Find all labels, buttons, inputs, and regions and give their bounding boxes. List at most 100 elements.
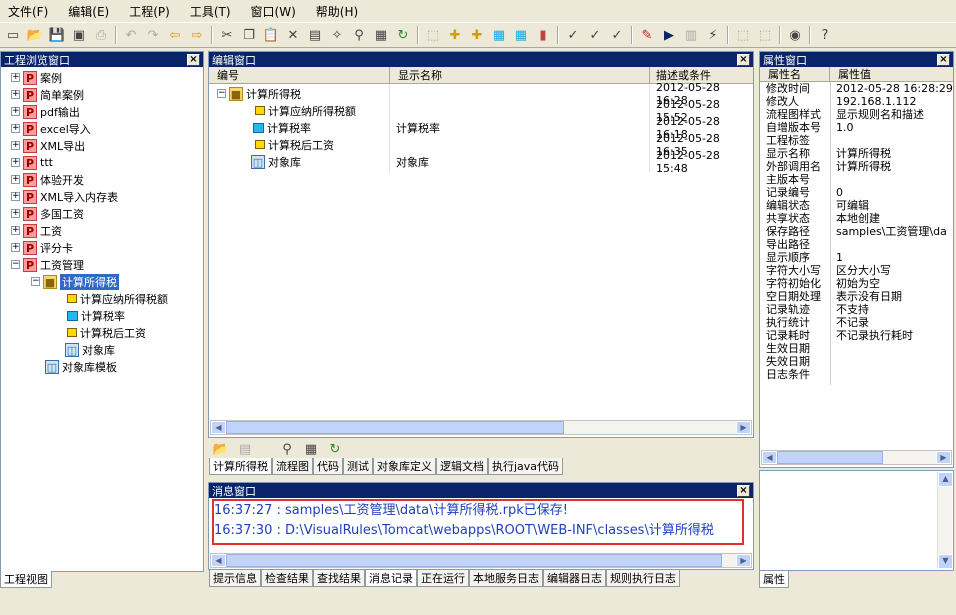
expand-icon[interactable]: + xyxy=(11,226,20,235)
tree-item-trial-dev[interactable]: + P 体验开发 xyxy=(11,171,84,188)
server-icon[interactable]: ◉ xyxy=(784,24,806,46)
add-rule-icon[interactable]: ✚ xyxy=(444,24,466,46)
property-row[interactable]: 记录编号 0 xyxy=(760,186,953,199)
back-arrow-icon[interactable]: ⇦ xyxy=(164,24,186,46)
menu-project[interactable]: 工程(P) xyxy=(125,3,174,20)
column-header-id[interactable]: 编号 xyxy=(209,67,390,83)
export-icon[interactable]: ⬚ xyxy=(732,24,754,46)
tab-test[interactable]: 测试 xyxy=(343,458,373,475)
import-icon[interactable]: ⬚ xyxy=(754,24,776,46)
expand-icon[interactable]: + xyxy=(11,209,20,218)
property-row[interactable]: 导出路径 xyxy=(760,238,953,251)
package-icon[interactable]: ⬚ xyxy=(422,24,444,46)
property-row[interactable]: 保存路径 samples\工资管理\da xyxy=(760,225,953,238)
print-icon[interactable]: ⎙ xyxy=(90,24,112,46)
property-row[interactable]: 字符大小写 区分大小写 xyxy=(760,264,953,277)
tab-rule-execution-log[interactable]: 规则执行日志 xyxy=(606,570,680,587)
column-header-name[interactable]: 显示名称 xyxy=(390,67,650,83)
property-row[interactable]: 执行统计 不记录 xyxy=(760,316,953,329)
expand-icon[interactable]: + xyxy=(11,107,20,116)
check-icon[interactable]: ✓ xyxy=(562,24,584,46)
new-icon[interactable]: ▭ xyxy=(2,24,24,46)
close-icon[interactable]: × xyxy=(187,53,200,66)
tree-item-calc-income-tax[interactable]: − ■ 计算所得税 xyxy=(31,273,119,290)
magic-wand-icon[interactable]: ✧ xyxy=(326,24,348,46)
tab-find-results[interactable]: 查找结果 xyxy=(313,570,365,587)
property-row[interactable]: 修改时间 2012-05-28 16:28:29 xyxy=(760,82,953,95)
collapse-icon[interactable]: − xyxy=(11,260,20,269)
tab-flowchart[interactable]: 流程图 xyxy=(272,458,313,475)
property-row[interactable]: 失效日期 xyxy=(760,355,953,368)
tree-item-salary[interactable]: + P 工资 xyxy=(11,222,62,239)
tree-item-multi-country-salary[interactable]: + P 多国工资 xyxy=(11,205,84,222)
add-rule-set-icon[interactable]: ✚ xyxy=(466,24,488,46)
close-icon[interactable]: × xyxy=(937,53,950,66)
tree-item-calc-taxable-amount[interactable]: 计算应纳所得税额 xyxy=(67,290,168,307)
scroll-thumb[interactable] xyxy=(777,451,883,464)
tree-item-calc-tax-rate[interactable]: 计算税率 xyxy=(67,307,125,324)
message-horizontal-scrollbar[interactable]: ◀ ▶ xyxy=(210,553,752,568)
select-icon[interactable]: ▤ xyxy=(304,24,326,46)
delete-icon[interactable]: ✕ xyxy=(282,24,304,46)
tree-item-ttt[interactable]: + Pttt xyxy=(11,154,53,171)
tab-properties[interactable]: 属性 xyxy=(759,571,789,588)
close-icon[interactable]: × xyxy=(737,53,750,66)
check-selected-icon[interactable]: ✓ xyxy=(606,24,628,46)
tree-item-xml-export[interactable]: + P XML导出 xyxy=(11,137,85,154)
help-icon[interactable]: ? xyxy=(814,24,836,46)
tab-check-results[interactable]: 检查结果 xyxy=(261,570,313,587)
tab-project-view[interactable]: 工程视图 xyxy=(0,571,52,588)
property-row[interactable]: 记录耗时 不记录执行耗时 xyxy=(760,329,953,342)
tree-item-pdf-output[interactable]: + Ppdf输出 xyxy=(11,103,80,120)
scroll-left-icon[interactable]: ◀ xyxy=(211,421,226,434)
property-horizontal-scrollbar[interactable]: ◀ ▶ xyxy=(761,450,952,465)
scroll-up-icon[interactable]: ▲ xyxy=(938,472,953,487)
property-row[interactable]: 主版本号 xyxy=(760,173,953,186)
tree-item-simple-cases[interactable]: + P 简单案例 xyxy=(11,86,84,103)
property-row[interactable]: 日志条件 xyxy=(760,368,953,381)
tree-item-cases[interactable]: + P 案例 xyxy=(11,69,62,86)
tree-item-salary-management[interactable]: − P 工资管理 xyxy=(11,256,84,273)
open-folder-icon[interactable]: 📂 xyxy=(212,438,230,460)
deploy-icon[interactable]: ⚡ xyxy=(702,24,724,46)
scroll-right-icon[interactable]: ▶ xyxy=(736,421,751,434)
menu-help[interactable]: 帮助(H) xyxy=(312,3,362,20)
find-icon[interactable]: ⚲ xyxy=(348,24,370,46)
find-icon[interactable]: ⚲ xyxy=(278,438,296,460)
property-row[interactable]: 修改人 192.168.1.112 xyxy=(760,95,953,108)
tab-execute-java-code[interactable]: 执行java代码 xyxy=(488,458,564,475)
properties-icon[interactable]: ▦ xyxy=(302,438,320,460)
scroll-left-icon[interactable]: ◀ xyxy=(762,451,777,464)
tree-item-excel-import[interactable]: + Pexcel导入 xyxy=(11,120,91,137)
document-icon[interactable]: ▤ xyxy=(236,438,254,460)
tree-item-object-library-template[interactable]: ◫ 对象库模板 xyxy=(45,358,117,375)
expand-icon[interactable]: + xyxy=(11,90,20,99)
property-description-vertical-scrollbar[interactable]: ▲ ▼ xyxy=(937,472,953,569)
property-row[interactable]: 共享状态 本地创建 xyxy=(760,212,953,225)
tab-message-log[interactable]: 消息记录 xyxy=(365,570,417,587)
tab-code[interactable]: 代码 xyxy=(313,458,343,475)
tree-item-scorecard[interactable]: + P 评分卡 xyxy=(11,239,73,256)
scroll-right-icon[interactable]: ▶ xyxy=(936,451,951,464)
scroll-thumb[interactable] xyxy=(226,554,722,567)
tab-editor-log[interactable]: 编辑器日志 xyxy=(543,570,606,587)
tree-item-calc-after-tax-salary[interactable]: 计算税后工资 xyxy=(67,324,146,341)
scroll-left-icon[interactable]: ◀ xyxy=(211,554,226,567)
menu-edit[interactable]: 编辑(E) xyxy=(64,3,113,20)
tab-calc-income-tax[interactable]: 计算所得税 xyxy=(209,458,272,475)
save-all-icon[interactable]: ▣ xyxy=(68,24,90,46)
collapse-icon[interactable]: − xyxy=(31,277,40,286)
tree-item-xml-import-memory[interactable]: + P XML导入内存表 xyxy=(11,188,118,205)
refresh-icon[interactable]: ↻ xyxy=(392,24,414,46)
check-all-icon[interactable]: ✓ xyxy=(584,24,606,46)
refresh-icon[interactable]: ↻ xyxy=(326,438,344,460)
expand-icon[interactable]: + xyxy=(11,243,20,252)
scroll-thumb[interactable] xyxy=(226,421,564,434)
property-row[interactable]: 流程图样式 显示规则名和描述 xyxy=(760,108,953,121)
copy-icon[interactable]: ❐ xyxy=(238,24,260,46)
expand-icon[interactable]: + xyxy=(11,175,20,184)
run-icon[interactable]: ▶ xyxy=(658,24,680,46)
properties-icon[interactable]: ▦ xyxy=(370,24,392,46)
property-row[interactable]: 外部调用名 计算所得税 xyxy=(760,160,953,173)
close-icon[interactable]: × xyxy=(737,484,750,497)
